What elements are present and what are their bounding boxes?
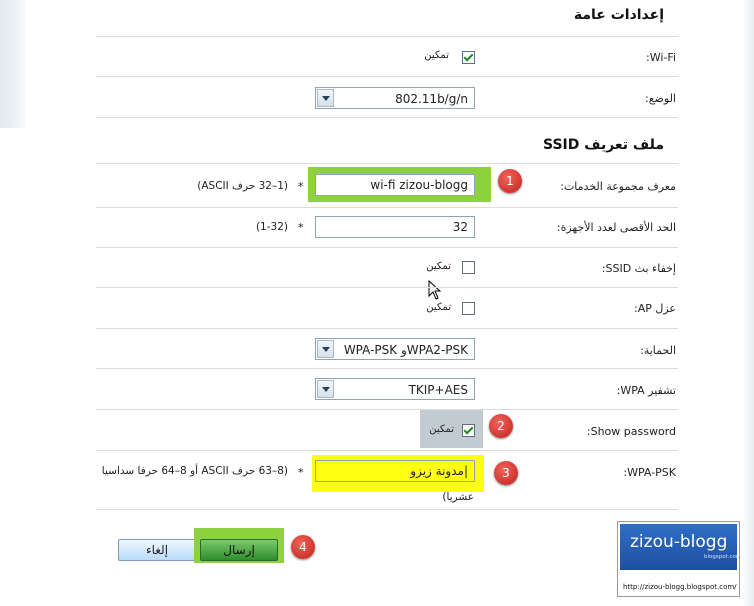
left-panel-shade: [0, 0, 25, 128]
ap-isolation-label: عزل AP:: [633, 302, 676, 315]
watermark-logo: zizou-blogg blogspot.com http://zizou-bl…: [617, 521, 741, 597]
divider: [96, 328, 678, 329]
security-label: الحماية:: [640, 344, 676, 357]
mode-value: 802.11b/g/n: [395, 92, 468, 106]
wpa-psk-required-mark: *: [298, 466, 304, 479]
max-devices-input[interactable]: 32: [315, 216, 475, 238]
divider: [96, 287, 678, 288]
max-devices-required-mark: *: [298, 221, 304, 234]
wpa-psk-hint: (8–63 حرف ASCII أو 8–64 حرفا سداسيا: [101, 465, 288, 477]
wpa-psk-hint-continued: عشريا): [442, 491, 474, 503]
hide-ssid-enable-label: تمكين: [426, 261, 451, 272]
wifi-label: Wi-Fi:: [646, 51, 676, 64]
wifi-enable-checkbox[interactable]: [462, 51, 475, 64]
logo-subtitle: blogspot.com: [704, 554, 742, 560]
divider: [96, 509, 678, 510]
mouse-cursor-icon: [428, 280, 442, 300]
ssid-input[interactable]: wi-fi zizou-blogg: [315, 174, 475, 196]
divider: [96, 117, 678, 118]
ssid-required-mark: *: [298, 180, 304, 193]
divider: [96, 36, 678, 37]
logo-url: http://zizou-blogg.blogspot.com/: [623, 583, 737, 591]
chevron-down-icon[interactable]: [317, 340, 334, 358]
ap-isolation-enable-label: تمكين: [426, 302, 451, 313]
divider: [96, 450, 678, 451]
wifi-enable-label: تمكين: [424, 50, 449, 61]
mode-label: الوضع:: [645, 92, 676, 105]
hide-ssid-label: إخفاء بث SSID:: [601, 262, 676, 275]
annotation-badge-2: 2: [489, 414, 513, 438]
hide-ssid-checkbox[interactable]: [462, 261, 475, 274]
ssid-label: معرف مجموعة الخدمات:: [560, 180, 676, 193]
cancel-button[interactable]: إلغاء: [118, 539, 196, 561]
mode-select[interactable]: 802.11b/g/n: [315, 87, 475, 109]
ssid-hint: (1–32 حرف ASCII): [197, 180, 288, 192]
wpa-psk-input[interactable]: مدونة زيزو|: [315, 460, 475, 482]
security-value: WPA-PSK وWPA2-PSK: [343, 343, 468, 357]
annotation-badge-3: 3: [494, 461, 518, 485]
divider: [96, 247, 678, 248]
chevron-down-icon[interactable]: [317, 89, 334, 107]
wpa-encryption-value: TKIP+AES: [408, 383, 468, 397]
max-devices-hint: (1-32): [255, 221, 288, 233]
ap-isolation-checkbox[interactable]: [462, 302, 475, 315]
wpa-encryption-select[interactable]: TKIP+AES: [315, 378, 475, 400]
ssid-profile-title: ملف تعريف SSID: [543, 137, 664, 153]
general-settings-title: إعدادات عامة: [573, 7, 664, 23]
divider: [96, 409, 678, 410]
max-devices-label: الحد الأقصى لعدد الأجهزة:: [556, 221, 676, 234]
logo-banner: zizou-blogg blogspot.com: [620, 524, 741, 570]
divider: [96, 207, 678, 208]
show-password-enable-label: تمكين: [429, 424, 454, 435]
submit-button[interactable]: إرسال: [200, 539, 278, 561]
show-password-label: Show password:: [586, 425, 676, 438]
annotation-badge-4: 4: [291, 535, 315, 559]
logo-title: zizou-blogg: [630, 532, 728, 552]
right-edge-shade: [742, 0, 754, 606]
divider: [96, 163, 678, 164]
chevron-down-icon[interactable]: [317, 380, 334, 398]
show-password-checkbox[interactable]: [462, 424, 475, 437]
annotation-badge-1: 1: [498, 169, 522, 193]
wpa-encryption-label: تشفير WPA:: [616, 384, 676, 397]
divider: [96, 76, 678, 77]
security-select[interactable]: WPA-PSK وWPA2-PSK: [315, 338, 475, 360]
divider: [96, 368, 678, 369]
wpa-psk-label: WPA-PSK:: [623, 466, 676, 479]
